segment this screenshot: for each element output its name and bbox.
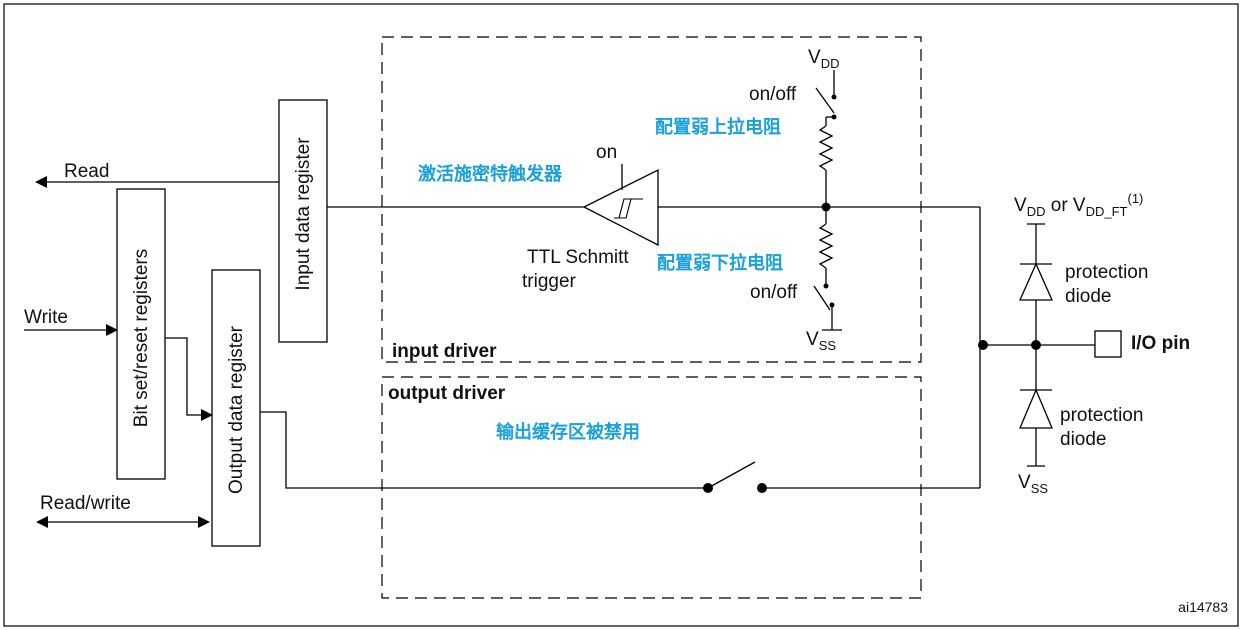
- svg-text:Read/write: Read/write: [40, 493, 131, 514]
- svg-text:Bit set/reset registers: Bit set/reset registers: [131, 249, 152, 427]
- svg-text:I/O pin: I/O pin: [1131, 333, 1190, 354]
- input-vdd-label: VDD: [808, 47, 839, 71]
- svg-text:Input data register: Input data register: [293, 137, 314, 291]
- annot-buffer: 输出缓存区被禁用: [496, 421, 640, 443]
- read-signal: Read: [35, 161, 279, 188]
- annot-schmitt: 激活施密特触发器: [418, 163, 563, 185]
- pulldown-switch-contact: [829, 302, 835, 308]
- io-pin: I/O pin: [1094, 330, 1190, 358]
- input-driver-title: input driver: [392, 341, 497, 362]
- pulldown-switch-pivot: [823, 283, 829, 289]
- pullup-switch-pivot: [831, 114, 837, 120]
- input-data-register: Input data register: [278, 99, 328, 343]
- outer-frame: [3, 3, 1239, 627]
- schmitt-trigger: [582, 164, 659, 247]
- upper-diode-label: diode: [1065, 286, 1112, 307]
- pin-vdd-label: VDD or VDD_FT(1): [1014, 191, 1143, 219]
- svg-text:Output data register: Output data register: [226, 325, 247, 494]
- annot-pulldown: 配置弱下拉电阻: [657, 252, 783, 274]
- input-vss-label: VSS: [806, 329, 836, 353]
- schmitt-label-1: TTL Schmitt: [527, 247, 629, 268]
- protection-diode-lower: [1019, 388, 1053, 467]
- write-signal: Write: [24, 307, 118, 336]
- read-write-signal: Read/write: [36, 493, 210, 528]
- schmitt-label-2: trigger: [522, 271, 577, 292]
- pulldown-switch-label: on/off: [750, 282, 798, 303]
- upper-protection-label: protection: [1065, 262, 1148, 283]
- pin-vss-label: VSS: [1018, 472, 1048, 496]
- protection-diode-upper: [1018, 223, 1054, 390]
- output-driver-title: output driver: [388, 383, 506, 404]
- schmitt-on-label: on: [596, 142, 617, 163]
- lower-diode-label: diode: [1060, 429, 1107, 450]
- svg-text:Write: Write: [24, 307, 68, 328]
- lower-protection-label: protection: [1060, 405, 1143, 426]
- figure-id: ai14783: [1178, 599, 1228, 615]
- io-port-diagram: Input data register Bit set/reset regist…: [0, 0, 1242, 630]
- output-data-register: Output data register: [211, 269, 261, 547]
- pull-resistor-chain: [813, 70, 842, 331]
- pullup-switch-label: on/off: [749, 84, 797, 105]
- pullup-switch-contact: [831, 94, 837, 100]
- bit-set-reset-registers: Bit set/reset registers: [116, 188, 166, 480]
- output-buffer-switch: [703, 461, 767, 493]
- bsrr-to-odr-wire: [165, 337, 213, 421]
- svg-text:Read: Read: [64, 161, 109, 182]
- pull-node-dot: [821, 202, 831, 212]
- odr-output-wire: [260, 411, 708, 489]
- annot-pullup: 配置弱上拉电阻: [655, 116, 781, 138]
